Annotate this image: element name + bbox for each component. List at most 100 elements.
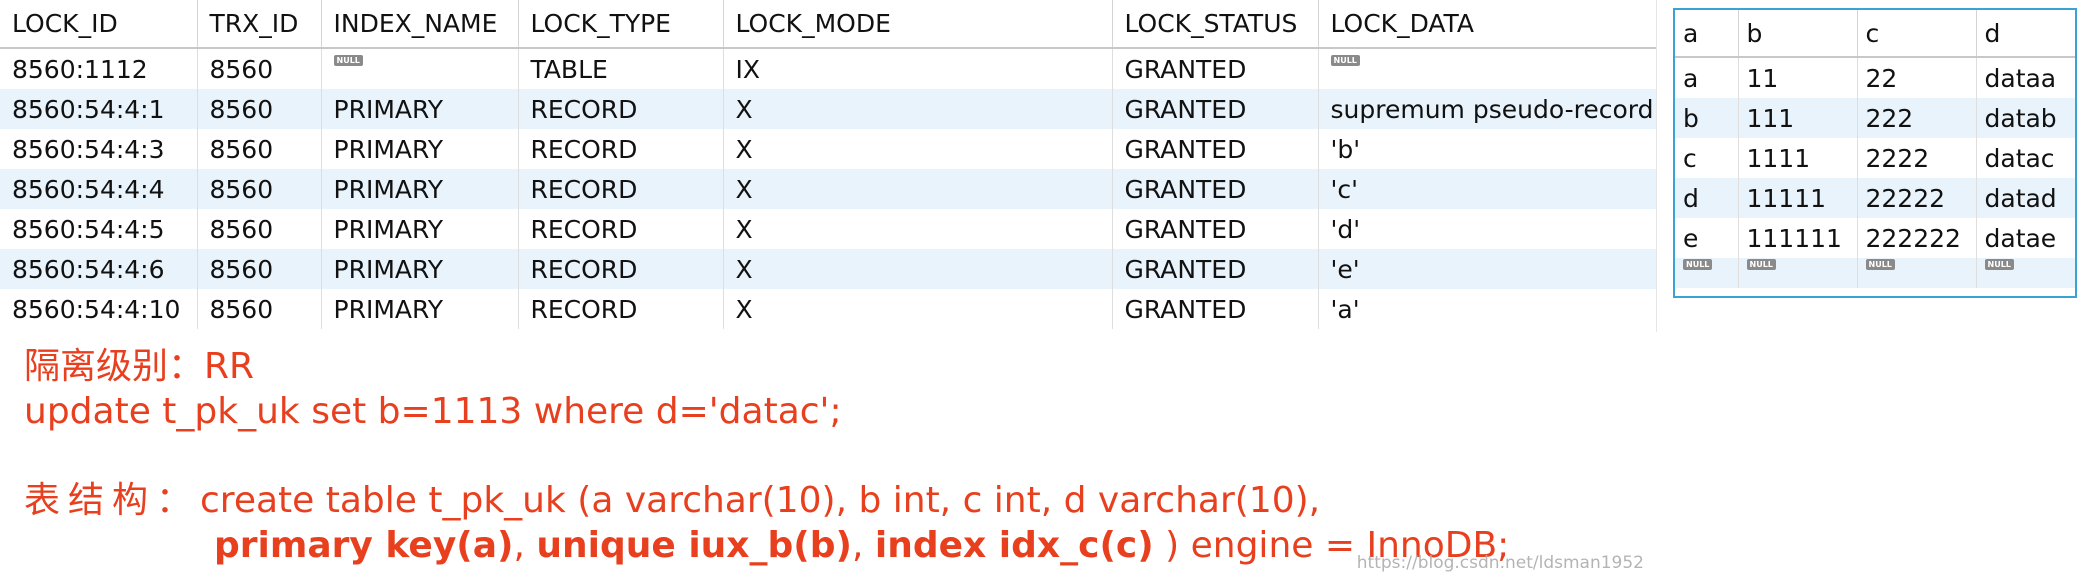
- table-row[interactable]: a 11 22 dataa: [1675, 57, 2075, 98]
- table-cell[interactable]: 8560:54:4:6: [0, 249, 198, 289]
- table-cell[interactable]: datad: [1976, 178, 2075, 218]
- new-row-placeholder[interactable]: NULL NULL NULL NULL: [1675, 258, 2075, 288]
- table-cell[interactable]: 8560:54:4:5: [0, 209, 198, 249]
- locks_grid-column-header-index-name[interactable]: INDEX_NAME: [321, 0, 519, 49]
- table-cell[interactable]: GRANTED: [1112, 289, 1319, 329]
- table-row[interactable]: 8560:54:4:4 8560 PRIMARY RECORD X GRANTED'c': [0, 169, 1656, 209]
- table-cell[interactable]: 222: [1857, 98, 1977, 138]
- table-cell[interactable]: d: [1675, 178, 1739, 218]
- table-cell[interactable]: a: [1675, 57, 1739, 98]
- table-cell[interactable]: RECORD: [518, 209, 724, 249]
- table-cell[interactable]: RECORD: [518, 129, 724, 169]
- table-cell[interactable]: NULL: [1738, 258, 1858, 288]
- data_grid-column-header-d[interactable]: d: [1976, 10, 2075, 58]
- table-cell[interactable]: 8560: [197, 209, 322, 249]
- table-cell[interactable]: 8560:1112: [0, 48, 198, 89]
- data_grid-column-header-b[interactable]: b: [1738, 10, 1858, 58]
- table-cell[interactable]: PRIMARY: [321, 129, 519, 169]
- table-cell[interactable]: 8560:54:4:1: [0, 89, 198, 129]
- table-cell[interactable]: IX: [723, 48, 1113, 89]
- table-cell[interactable]: 2222: [1857, 138, 1977, 178]
- table-cell[interactable]: 8560: [197, 249, 322, 289]
- table-cell[interactable]: 8560: [197, 48, 322, 89]
- locks_grid-column-header-lock-status[interactable]: LOCK_STATUS: [1112, 0, 1319, 49]
- table-cell[interactable]: RECORD: [518, 89, 724, 129]
- table-cell[interactable]: 8560:54:4:3: [0, 129, 198, 169]
- table-cell[interactable]: PRIMARY: [321, 209, 519, 249]
- table-cell[interactable]: e: [1675, 218, 1739, 258]
- table-cell[interactable]: 8560: [197, 129, 322, 169]
- table-cell[interactable]: X: [723, 209, 1113, 249]
- table-row[interactable]: b 111 222 datab: [1675, 98, 2075, 138]
- locks_grid-column-header-lock-data[interactable]: LOCK_DATA: [1318, 0, 1656, 49]
- table-row[interactable]: 8560:54:4:6 8560 PRIMARY RECORD X GRANTED'e': [0, 249, 1656, 289]
- table-cell[interactable]: 'a': [1318, 289, 1656, 329]
- table-cell[interactable]: NULL: [1675, 258, 1739, 288]
- table-row[interactable]: d 11111 22222 datad: [1675, 178, 2075, 218]
- table-cell[interactable]: 'b': [1318, 129, 1656, 169]
- table-cell[interactable]: dataa: [1976, 57, 2075, 98]
- table-cell[interactable]: 8560:54:4:4: [0, 169, 198, 209]
- table-cell[interactable]: GRANTED: [1112, 89, 1319, 129]
- table-row[interactable]: 8560:54:4:1 8560 PRIMARY RECORD X GRANTED supr…: [0, 89, 1656, 129]
- table-cell[interactable]: NULL: [321, 48, 519, 89]
- table-cell[interactable]: 111: [1738, 98, 1858, 138]
- primary-key-text: primary key(a): [214, 525, 514, 566]
- table-row[interactable]: e 111111 222222 datae: [1675, 218, 2075, 258]
- table-row[interactable]: c 1111 2222 datac: [1675, 138, 2075, 178]
- table-row[interactable]: 8560:1112 8560 NULL TABLE IX GRANTED NULL: [0, 48, 1656, 89]
- locks-result-grid[interactable]: LOCK_ID TRX_ID INDEX_NAME LOCK_TYPE LOCK_MOD…: [0, 0, 1657, 332]
- table-cell[interactable]: PRIMARY: [321, 249, 519, 289]
- table-cell[interactable]: GRANTED: [1112, 169, 1319, 209]
- data_grid-column-header-c[interactable]: c: [1857, 10, 1977, 58]
- table-cell[interactable]: 22222: [1857, 178, 1977, 218]
- table-cell[interactable]: TABLE: [518, 48, 724, 89]
- table-cell[interactable]: 111111: [1738, 218, 1858, 258]
- table-cell[interactable]: 8560: [197, 89, 322, 129]
- data_grid-column-header-a[interactable]: a: [1675, 10, 1739, 58]
- table-cell[interactable]: datab: [1976, 98, 2075, 138]
- table-row[interactable]: 8560:54:4:10 8560 PRIMARY RECORD X GRANTED'a': [0, 289, 1656, 329]
- table-cell[interactable]: X: [723, 249, 1113, 289]
- table-cell[interactable]: 22: [1857, 57, 1977, 98]
- table-cell[interactable]: b: [1675, 98, 1739, 138]
- table-cell[interactable]: 222222: [1857, 218, 1977, 258]
- table-cell[interactable]: GRANTED: [1112, 48, 1319, 89]
- table-cell[interactable]: 8560: [197, 289, 322, 329]
- table-cell[interactable]: X: [723, 169, 1113, 209]
- table-cell[interactable]: X: [723, 289, 1113, 329]
- table-cell[interactable]: 11: [1738, 57, 1858, 98]
- table-cell[interactable]: supremum pseudo-record: [1318, 89, 1656, 129]
- table-cell[interactable]: 'd': [1318, 209, 1656, 249]
- table-cell[interactable]: datac: [1976, 138, 2075, 178]
- table-row[interactable]: 8560:54:4:5 8560 PRIMARY RECORD X GRANTED'd': [0, 209, 1656, 249]
- table-cell[interactable]: 8560:54:4:10: [0, 289, 198, 329]
- table-data-grid[interactable]: abcd a 11 22 dataa b 111 222 datab c 1111 2222 data…: [1673, 8, 2077, 298]
- table-cell[interactable]: RECORD: [518, 289, 724, 329]
- locks_grid-column-header-lock-type[interactable]: LOCK_TYPE: [518, 0, 724, 49]
- table-cell[interactable]: NULL: [1857, 258, 1977, 288]
- table-cell[interactable]: c: [1675, 138, 1739, 178]
- table-cell[interactable]: GRANTED: [1112, 249, 1319, 289]
- table-cell[interactable]: PRIMARY: [321, 89, 519, 129]
- table-cell[interactable]: NULL: [1976, 258, 2075, 288]
- table-cell[interactable]: datae: [1976, 218, 2075, 258]
- table-cell[interactable]: X: [723, 129, 1113, 169]
- table-cell[interactable]: PRIMARY: [321, 169, 519, 209]
- table-cell[interactable]: 8560: [197, 169, 322, 209]
- table-cell[interactable]: GRANTED: [1112, 209, 1319, 249]
- table-row[interactable]: 8560:54:4:3 8560 PRIMARY RECORD X GRANTED'b': [0, 129, 1656, 169]
- table-cell[interactable]: 'c': [1318, 169, 1656, 209]
- table-cell[interactable]: PRIMARY: [321, 289, 519, 329]
- table-cell[interactable]: 1111: [1738, 138, 1858, 178]
- table-cell[interactable]: 11111: [1738, 178, 1858, 218]
- table-cell[interactable]: NULL: [1318, 48, 1656, 89]
- table-cell[interactable]: RECORD: [518, 249, 724, 289]
- locks_grid-column-header-lock-id[interactable]: LOCK_ID: [0, 0, 198, 49]
- table-cell[interactable]: RECORD: [518, 169, 724, 209]
- table-cell[interactable]: X: [723, 89, 1113, 129]
- locks_grid-column-header-trx-id[interactable]: TRX_ID: [197, 0, 322, 49]
- table-cell[interactable]: 'e': [1318, 249, 1656, 289]
- locks_grid-column-header-lock-mode[interactable]: LOCK_MODE: [723, 0, 1113, 49]
- table-cell[interactable]: GRANTED: [1112, 129, 1319, 169]
